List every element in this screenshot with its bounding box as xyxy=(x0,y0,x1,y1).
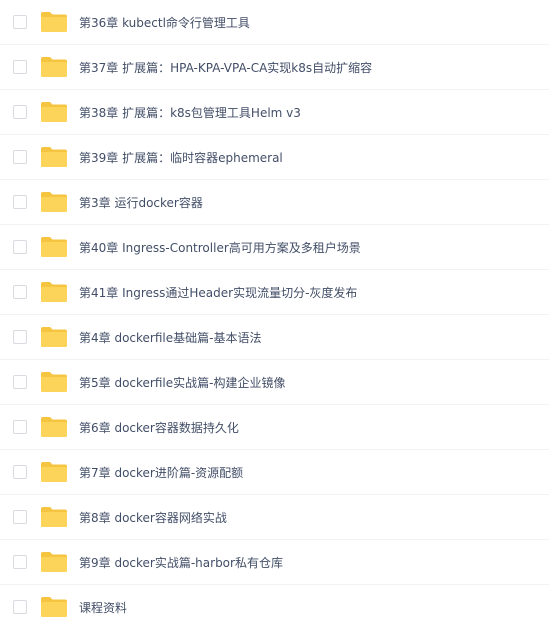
file-list: 第36章 kubectl命令行管理工具 第37章 扩展篇：HPA-KPA-VPA… xyxy=(0,0,549,629)
folder-icon xyxy=(41,417,67,437)
select-checkbox[interactable] xyxy=(13,375,27,389)
list-item[interactable]: 课程资料 xyxy=(0,585,549,629)
folder-name[interactable]: 第37章 扩展篇：HPA-KPA-VPA-CA实现k8s自动扩缩容 xyxy=(79,59,372,76)
folder-icon xyxy=(41,237,67,257)
list-item[interactable]: 第39章 扩展篇：临时容器ephemeral xyxy=(0,135,549,180)
folder-icon xyxy=(41,372,67,392)
select-checkbox[interactable] xyxy=(13,15,27,29)
folder-icon xyxy=(41,147,67,167)
folder-icon xyxy=(41,507,67,527)
folder-icon xyxy=(41,597,67,617)
folder-name[interactable]: 第36章 kubectl命令行管理工具 xyxy=(79,14,250,31)
select-checkbox[interactable] xyxy=(13,600,27,614)
folder-name[interactable]: 第41章 Ingress通过Header实现流量切分-灰度发布 xyxy=(79,284,357,301)
list-item[interactable]: 第41章 Ingress通过Header实现流量切分-灰度发布 xyxy=(0,270,549,315)
list-item[interactable]: 第37章 扩展篇：HPA-KPA-VPA-CA实现k8s自动扩缩容 xyxy=(0,45,549,90)
folder-name[interactable]: 第38章 扩展篇：k8s包管理工具Helm v3 xyxy=(79,104,301,121)
select-checkbox[interactable] xyxy=(13,465,27,479)
folder-icon xyxy=(41,327,67,347)
list-item[interactable]: 第3章 运行docker容器 xyxy=(0,180,549,225)
folder-icon xyxy=(41,552,67,572)
folder-name[interactable]: 第6章 docker容器数据持久化 xyxy=(79,419,239,436)
folder-icon xyxy=(41,192,67,212)
folder-icon xyxy=(41,12,67,32)
list-item[interactable]: 第6章 docker容器数据持久化 xyxy=(0,405,549,450)
list-item[interactable]: 第9章 docker实战篇-harbor私有仓库 xyxy=(0,540,549,585)
folder-name[interactable]: 第39章 扩展篇：临时容器ephemeral xyxy=(79,149,283,166)
folder-name[interactable]: 第5章 dockerfile实战篇-构建企业镜像 xyxy=(79,374,285,391)
list-item[interactable]: 第38章 扩展篇：k8s包管理工具Helm v3 xyxy=(0,90,549,135)
select-checkbox[interactable] xyxy=(13,195,27,209)
select-checkbox[interactable] xyxy=(13,240,27,254)
list-item[interactable]: 第4章 dockerfile基础篇-基本语法 xyxy=(0,315,549,360)
select-checkbox[interactable] xyxy=(13,285,27,299)
list-item[interactable]: 第7章 docker进阶篇-资源配额 xyxy=(0,450,549,495)
list-item[interactable]: 第36章 kubectl命令行管理工具 xyxy=(0,0,549,45)
list-item[interactable]: 第8章 docker容器网络实战 xyxy=(0,495,549,540)
select-checkbox[interactable] xyxy=(13,555,27,569)
select-checkbox[interactable] xyxy=(13,105,27,119)
select-checkbox[interactable] xyxy=(13,420,27,434)
folder-icon xyxy=(41,282,67,302)
folder-icon xyxy=(41,462,67,482)
select-checkbox[interactable] xyxy=(13,330,27,344)
list-item[interactable]: 第5章 dockerfile实战篇-构建企业镜像 xyxy=(0,360,549,405)
folder-icon xyxy=(41,57,67,77)
folder-name[interactable]: 第9章 docker实战篇-harbor私有仓库 xyxy=(79,554,283,571)
list-item[interactable]: 第40章 Ingress-Controller高可用方案及多租户场景 xyxy=(0,225,549,270)
select-checkbox[interactable] xyxy=(13,60,27,74)
folder-name[interactable]: 第40章 Ingress-Controller高可用方案及多租户场景 xyxy=(79,239,361,256)
folder-name[interactable]: 第3章 运行docker容器 xyxy=(79,194,203,211)
select-checkbox[interactable] xyxy=(13,150,27,164)
select-checkbox[interactable] xyxy=(13,510,27,524)
folder-name[interactable]: 课程资料 xyxy=(79,599,127,616)
folder-name[interactable]: 第8章 docker容器网络实战 xyxy=(79,509,227,526)
folder-icon xyxy=(41,102,67,122)
folder-name[interactable]: 第7章 docker进阶篇-资源配额 xyxy=(79,464,243,481)
folder-name[interactable]: 第4章 dockerfile基础篇-基本语法 xyxy=(79,329,261,346)
